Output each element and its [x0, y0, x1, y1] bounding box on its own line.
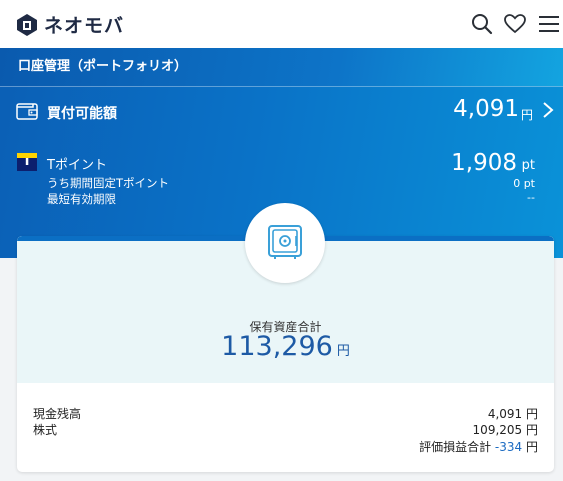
buying-power-row[interactable]: 買付可能額 4,091 円: [0, 96, 563, 136]
buying-power-label: 買付可能額: [47, 106, 117, 122]
buying-power-unit: 円: [520, 108, 533, 122]
divider: [0, 86, 563, 87]
buying-power-value: 4,091: [453, 96, 519, 122]
safe-icon-badge: [245, 203, 325, 283]
assets-breakdown: 現金残高 株式 4,091 円 109,205 円 評価損益合計 -334 円: [17, 383, 554, 472]
unrealized-pl-value: -334: [494, 440, 523, 454]
t-point-expiry-label: 最短有効期限: [47, 192, 116, 206]
t-point-icon: T: [17, 153, 37, 171]
section-title: 口座管理（ポートフォリオ）: [0, 48, 563, 86]
logo[interactable]: ネオモバ: [16, 11, 124, 38]
heart-icon[interactable]: [503, 12, 527, 36]
t-point-label: Tポイント: [47, 158, 107, 173]
chevron-right-icon[interactable]: [541, 99, 555, 121]
top-header: ネオモバ: [0, 0, 563, 49]
stock-label: 株式: [33, 423, 58, 437]
t-point-limited-value: 0 pt: [513, 177, 535, 190]
total-assets-unit: 円: [336, 344, 350, 359]
neomoba-logo-icon: [17, 13, 37, 36]
t-point-expiry-value: --: [527, 191, 535, 204]
stock-value: 109,205 円: [472, 423, 538, 437]
wallet-icon: [16, 103, 38, 120]
unrealized-pl-label: 評価損益合計: [419, 440, 492, 454]
total-assets-value-row: 113,296 円: [17, 331, 554, 362]
t-point-unit: pt: [521, 158, 535, 173]
cash-balance-label: 現金残高: [33, 407, 82, 421]
unrealized-pl-row: 評価損益合計 -334 円: [419, 438, 538, 455]
t-point-limited-label: うち期間固定Tポイント: [47, 176, 170, 190]
unrealized-pl-unit: 円: [525, 440, 538, 454]
t-point-value: 1,908: [451, 150, 517, 176]
search-icon[interactable]: [470, 12, 494, 36]
safe-icon: [268, 225, 302, 259]
logo-text: ネオモバ: [44, 15, 125, 37]
t-point-section: T Tポイント うち期間固定Tポイント 最短有効期限 1,908 pt 0 pt…: [0, 148, 563, 208]
menu-icon[interactable]: [537, 12, 561, 36]
cash-balance-value: 4,091 円: [487, 407, 538, 421]
total-assets-value: 113,296: [221, 331, 333, 362]
